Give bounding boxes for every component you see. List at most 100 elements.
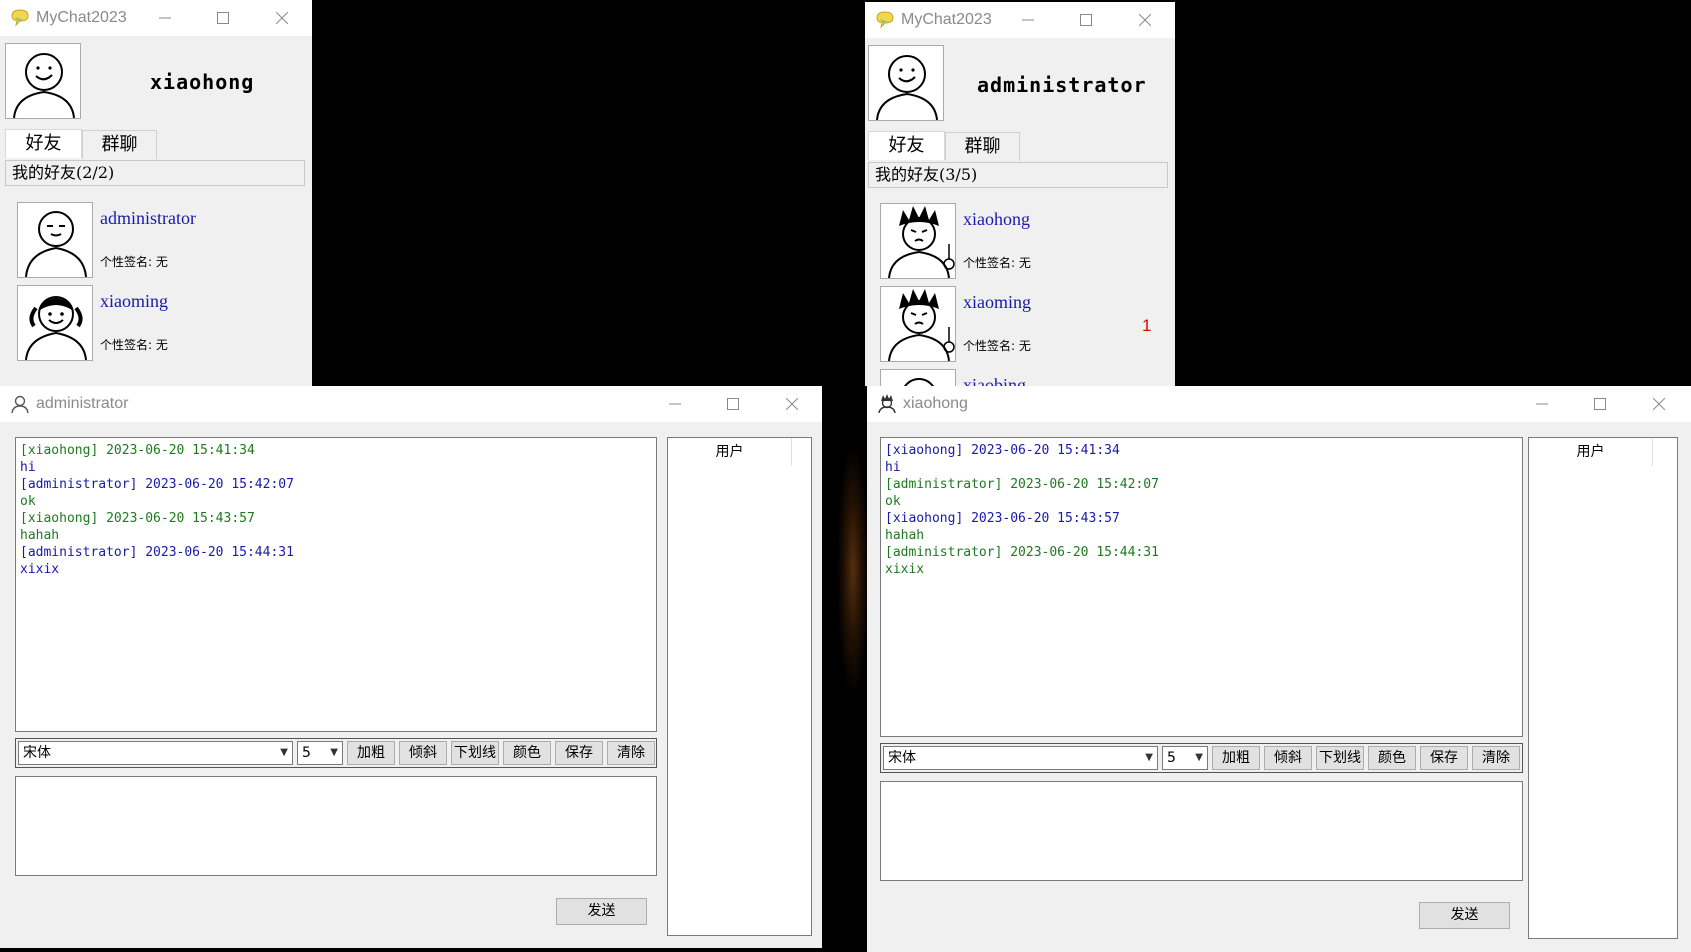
chat-message-line: [xiaohong] 2023-06-20 15:41:34 [885, 443, 1120, 458]
current-username: administrator [977, 73, 1147, 97]
font-size-value: 5 [1167, 750, 1176, 766]
avatar-spiky-hair-icon [888, 206, 955, 279]
chat-message-line: [xiaohong] 2023-06-20 15:43:57 [20, 511, 255, 526]
font-size-select[interactable]: 5 ▼ [297, 741, 343, 765]
minimize-icon [1536, 403, 1548, 405]
chat-message-line: [administrator] 2023-06-20 15:42:07 [20, 477, 294, 492]
friend-item[interactable]: xiaoming 个性签名: 无 [17, 285, 297, 365]
tab-friends[interactable]: 好友 [868, 131, 945, 160]
minimize-button[interactable] [142, 0, 188, 36]
friend-group-header[interactable]: 我的好友(2/2) [5, 160, 305, 186]
friend-name: xiaobing [963, 375, 1026, 386]
close-button[interactable] [1122, 2, 1168, 38]
font-size-select[interactable]: 5 ▼ [1162, 746, 1208, 770]
chevron-down-icon: ▼ [280, 747, 288, 758]
clear-button[interactable]: 清除 [607, 741, 655, 765]
underline-button[interactable]: 下划线 [1316, 746, 1364, 770]
title-bar: xiaohong [867, 386, 1691, 422]
avatar-girl-icon [25, 296, 87, 361]
speech-bubble-icon [876, 11, 894, 29]
message-input[interactable] [15, 776, 657, 876]
maximize-button[interactable] [710, 386, 756, 422]
close-button[interactable] [769, 386, 815, 422]
chat-message-line: hi [885, 460, 901, 475]
chat-message-line: [administrator] 2023-06-20 15:44:31 [885, 545, 1159, 560]
friend-list-window-xiaohong: MyChat2023 xiaohong 好友 群聊 我的好友(2/2) admi… [0, 0, 312, 386]
friend-item[interactable]: administrator 个性签名: 无 [17, 202, 297, 282]
avatar-face-icon [904, 378, 934, 386]
minimize-button[interactable] [652, 386, 698, 422]
user-list-header[interactable]: 用户 [668, 438, 792, 466]
minimize-icon [159, 17, 171, 19]
format-toolbar: 宋体 ▼ 5 ▼ 加粗 倾斜 下划线 颜色 保存 清除 [880, 743, 1523, 773]
user-list-header[interactable]: 用户 [1529, 438, 1653, 466]
title-bar: MyChat2023 [0, 0, 312, 36]
avatar-smiley-icon [876, 55, 938, 121]
window-title: MyChat2023 [901, 11, 992, 28]
friend-avatar [17, 285, 93, 361]
maximize-button[interactable] [200, 0, 246, 36]
friend-item[interactable]: xiaobing [880, 369, 1160, 386]
font-family-value: 宋体 [23, 745, 51, 761]
maximize-icon [1080, 14, 1092, 26]
avatar[interactable] [5, 43, 81, 119]
font-family-value: 宋体 [888, 750, 916, 766]
title-bar: MyChat2023 [865, 2, 1175, 38]
chat-message-line: xixix [885, 562, 925, 577]
tab-group-chat[interactable]: 群聊 [82, 130, 157, 159]
window-title: xiaohong [903, 395, 968, 412]
friend-avatar [880, 203, 956, 279]
maximize-icon [1594, 398, 1606, 410]
friend-group-header[interactable]: 我的好友(3/5) [868, 162, 1168, 188]
chat-message-line: [xiaohong] 2023-06-20 15:41:34 [20, 443, 255, 458]
close-icon [1653, 398, 1665, 410]
avatar-smiley-icon [13, 53, 75, 119]
user-list-panel[interactable]: 用户 [1528, 437, 1678, 939]
close-button[interactable] [1636, 386, 1682, 422]
chevron-down-icon: ▼ [1145, 752, 1153, 763]
friend-signature: 个性签名: 无 [100, 255, 168, 269]
maximize-icon [727, 398, 739, 410]
chat-message-line: hahah [20, 528, 60, 543]
font-size-value: 5 [302, 745, 311, 761]
chat-history[interactable]: [xiaohong] 2023-06-20 15:41:34 hi [adminis… [15, 437, 657, 732]
minimize-button[interactable] [1005, 2, 1051, 38]
minimize-icon [1022, 19, 1034, 21]
clear-button[interactable]: 清除 [1472, 746, 1520, 770]
send-button[interactable]: 发送 [1419, 902, 1510, 929]
font-family-select[interactable]: 宋体 ▼ [883, 746, 1158, 770]
close-button[interactable] [259, 0, 305, 36]
send-button[interactable]: 发送 [556, 898, 647, 925]
background-glow [838, 450, 868, 690]
italic-button[interactable]: 倾斜 [399, 741, 447, 765]
friend-avatar [17, 202, 93, 278]
current-username: xiaohong [150, 70, 255, 94]
close-icon [1139, 14, 1151, 26]
maximize-button[interactable] [1063, 2, 1109, 38]
chat-history[interactable]: [xiaohong] 2023-06-20 15:41:34 hi [adminis… [880, 437, 1523, 737]
tab-group-chat[interactable]: 群聊 [945, 132, 1020, 161]
chat-window-xiaohong: xiaohong [xiaohong] 2023-06-20 15:41:34 h… [867, 386, 1691, 952]
underline-button[interactable]: 下划线 [451, 741, 499, 765]
maximize-button[interactable] [1577, 386, 1623, 422]
user-list-panel[interactable]: 用户 [667, 437, 812, 936]
chat-message-line: ok [20, 494, 36, 509]
minimize-button[interactable] [1519, 386, 1565, 422]
message-input[interactable] [880, 781, 1523, 881]
color-button[interactable]: 颜色 [1368, 746, 1416, 770]
color-button[interactable]: 颜色 [503, 741, 551, 765]
chat-message-line: hi [20, 460, 36, 475]
avatar-face-icon [25, 211, 87, 278]
friend-name: xiaohong [963, 209, 1030, 229]
bold-button[interactable]: 加粗 [347, 741, 395, 765]
italic-button[interactable]: 倾斜 [1264, 746, 1312, 770]
avatar[interactable] [868, 45, 944, 121]
save-button[interactable]: 保存 [555, 741, 603, 765]
tab-friends[interactable]: 好友 [5, 129, 82, 158]
chat-message-line: [xiaohong] 2023-06-20 15:43:57 [885, 511, 1120, 526]
bold-button[interactable]: 加粗 [1212, 746, 1260, 770]
save-button[interactable]: 保存 [1420, 746, 1468, 770]
font-family-select[interactable]: 宋体 ▼ [18, 741, 293, 765]
friend-item[interactable]: xiaoming 个性签名: 无 1 [880, 286, 1160, 366]
friend-item[interactable]: xiaohong 个性签名: 无 [880, 203, 1160, 283]
